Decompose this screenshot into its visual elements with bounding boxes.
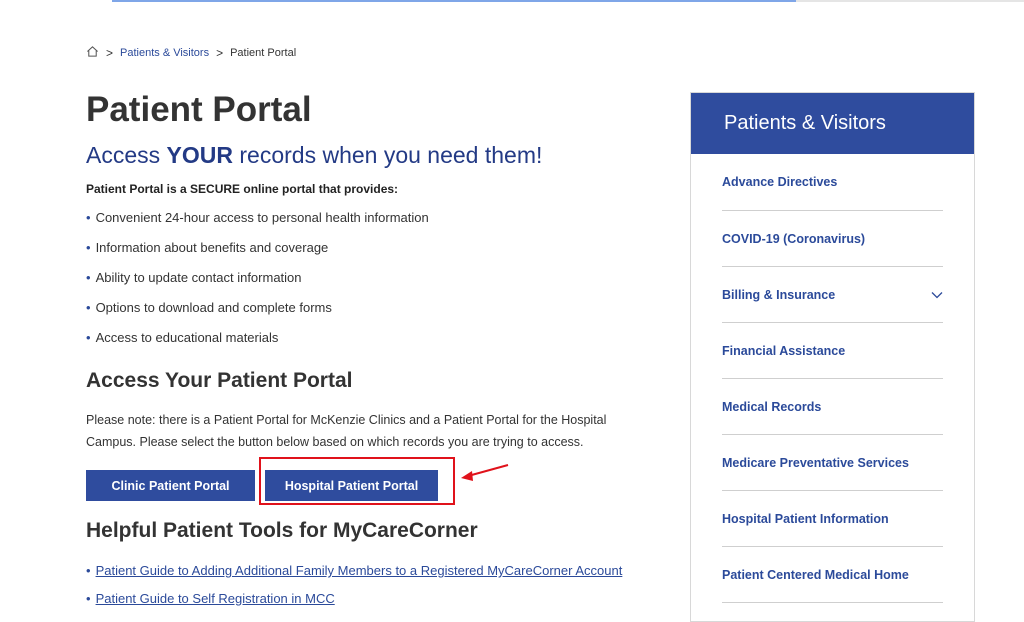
sidebar-item-hospital-patient-info[interactable]: Hospital Patient Information [722,491,943,547]
sidebar-menu: Advance Directives COVID-19 (Coronavirus… [691,154,974,603]
list-item: • Convenient 24-hour access to personal h… [86,210,429,225]
sidebar-item-medical-records[interactable]: Medical Records [722,379,943,435]
clinic-portal-button[interactable]: Clinic Patient Portal [86,470,255,501]
breadcrumb-separator: > [106,46,114,60]
sidebar-item-medicare-preventative[interactable]: Medicare Preventative Services [722,435,943,491]
sidebar-item-billing-insurance[interactable]: Billing & Insurance [722,267,943,323]
list-item: • Access to educational materials [86,330,279,345]
list-item: • Ability to update contact information [86,270,302,285]
list-item: • Options to download and complete forms [86,300,332,315]
tools-link-list: • Patient Guide to Adding Additional Fami… [86,563,666,619]
guide-link-family-members[interactable]: Patient Guide to Adding Additional Famil… [96,563,623,578]
breadcrumb: > Patients & Visitors > Patient Portal [86,45,296,61]
list-item: • Information about benefits and coverage [86,240,329,255]
sidebar-item-covid-19[interactable]: COVID-19 (Coronavirus) [722,211,943,267]
top-progress-line [112,0,796,2]
main-content: Patient Portal Access YOUR records when … [86,88,666,619]
arrow-icon [461,464,509,481]
feature-list: • Convenient 24-hour access to personal h… [86,210,666,360]
breadcrumb-current: Patient Portal [230,47,297,59]
sidebar-item-financial-assistance[interactable]: Financial Assistance [722,323,943,379]
page-title: Patient Portal [86,90,312,129]
tools-heading: Helpful Patient Tools for MyCareCorner [86,519,478,542]
portal-note: Please note: there is a Patient Portal f… [86,413,607,449]
sidebar-item-advance-directives[interactable]: Advance Directives [722,154,943,211]
portal-buttons: Clinic Patient Portal Hospital Patient P… [86,457,666,505]
chevron-down-icon[interactable] [931,291,943,299]
breadcrumb-link-patients-visitors[interactable]: Patients & Visitors [120,47,209,59]
access-heading: Access Your Patient Portal [86,369,353,392]
home-icon[interactable] [86,45,99,61]
sidebar-item-patient-centered-home[interactable]: Patient Centered Medical Home [722,547,943,603]
sidebar: Patients & Visitors Advance Directives C… [690,92,975,622]
list-item: • Patient Guide to Adding Additional Fami… [86,563,623,578]
sidebar-title: Patients & Visitors [691,93,974,154]
top-divider [796,0,1024,2]
guide-link-self-registration[interactable]: Patient Guide to Self Registration in MC… [96,591,335,606]
page-subtitle: Access YOUR records when you need them! [86,142,543,168]
highlight-box [259,457,455,505]
breadcrumb-separator: > [216,46,224,60]
intro-text: Patient Portal is a SECURE online portal… [86,182,399,196]
